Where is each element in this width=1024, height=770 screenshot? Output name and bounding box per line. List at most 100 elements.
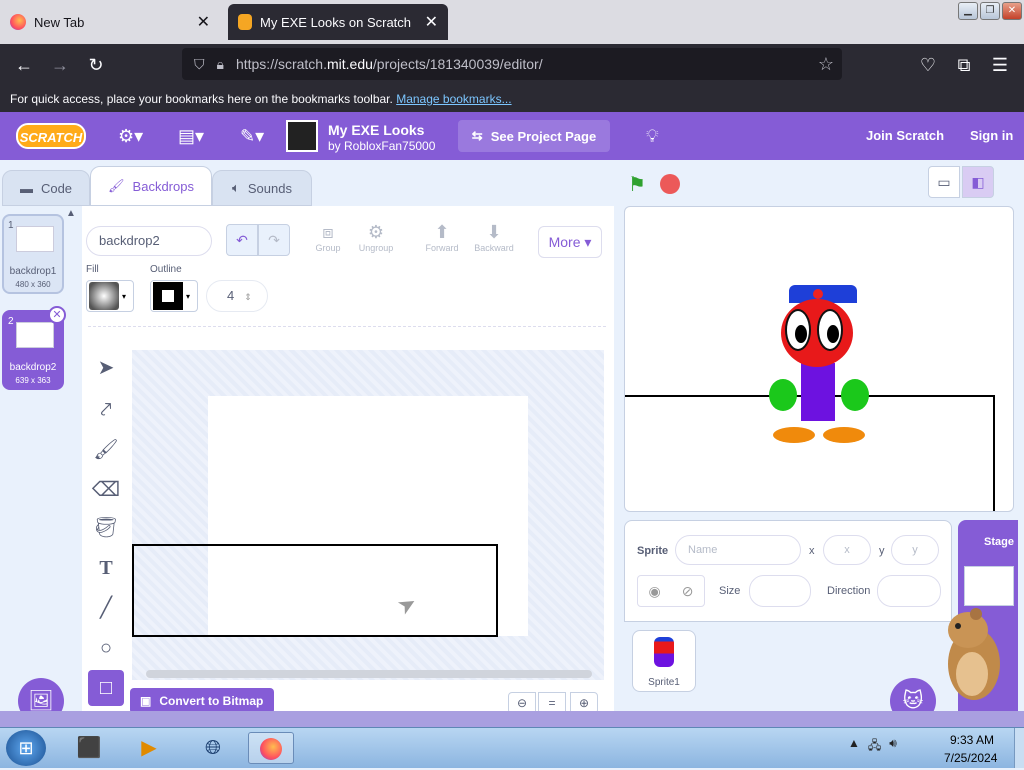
stage[interactable] <box>624 206 1014 512</box>
character-hand <box>841 379 869 411</box>
tray-expand-icon[interactable]: ▲ <box>848 736 860 757</box>
sprite-label: Sprite <box>637 545 669 557</box>
file-menu-icon[interactable]: ▤▾ <box>178 126 204 147</box>
backdrop-number: 2 <box>8 316 14 327</box>
navigation-bar: ← → ↻ ⛉ 🔒︎ https://scratch.mit.edu/proje… <box>0 44 1024 86</box>
sprite-thumbnail[interactable]: Sprite1 <box>632 630 696 692</box>
redo-icon[interactable]: ↷ <box>258 224 290 256</box>
minimize-icon[interactable]: ▁ <box>958 2 978 20</box>
close-window-icon[interactable]: ✕ <box>1002 2 1022 20</box>
close-tab-icon[interactable]: ✕ <box>425 12 438 32</box>
ungroup-button[interactable]: ⚙ Ungroup <box>346 222 406 253</box>
page-scrollbar[interactable] <box>0 711 1024 727</box>
restore-icon[interactable]: ❐ <box>980 2 1000 20</box>
back-arrow-icon[interactable]: ← <box>10 52 38 78</box>
menu-icon[interactable]: ☰ <box>986 52 1014 78</box>
firefox-taskbar-icon[interactable] <box>248 732 294 764</box>
globe-icon[interactable]: 🌐︎ <box>190 732 236 764</box>
sprite-name-input[interactable]: Name <box>675 535 801 565</box>
firefox-icon <box>10 14 26 30</box>
reload-icon[interactable]: ↻ <box>82 52 110 78</box>
scroll-up-icon[interactable]: ▲ <box>66 208 76 219</box>
size-input[interactable] <box>749 575 811 607</box>
lock-icon[interactable]: 🔒︎ <box>217 56 224 73</box>
manage-bookmarks-link[interactable]: Manage bookmarks... <box>396 92 511 106</box>
window-controls: ▁ ❐ ✕ <box>958 2 1022 20</box>
hide-eye-icon[interactable]: ⊘ <box>682 583 694 600</box>
bookmark-star-icon[interactable]: ☆ <box>818 54 834 75</box>
show-eye-icon[interactable]: ◉ <box>649 583 661 600</box>
reshape-tool-icon[interactable]: ⤤ <box>88 392 124 428</box>
forward-button[interactable]: ⬆ Forward <box>412 222 472 253</box>
backdrop-item[interactable]: 1 backdrop1 480 x 360 <box>2 214 64 294</box>
url-text[interactable]: https://scratch.mit.edu/projects/1813400… <box>236 56 543 72</box>
project-thumbnail[interactable] <box>286 120 318 152</box>
clock-date[interactable]: 7/25/2024 <box>944 751 997 765</box>
circle-tool-icon[interactable]: ○ <box>88 630 124 666</box>
eraser-tool-icon[interactable]: ⌫ <box>88 472 124 508</box>
scratch-logo[interactable]: SCRATCH <box>16 123 86 149</box>
character-eye <box>817 309 843 351</box>
forward-arrow-icon[interactable]: → <box>46 52 74 78</box>
join-scratch-link[interactable]: Join Scratch <box>866 128 944 143</box>
rectangle-shape[interactable] <box>132 544 498 637</box>
media-player-icon[interactable]: ▶ <box>126 732 172 764</box>
show-desktop-button[interactable] <box>1014 728 1024 768</box>
network-icon[interactable]: 🖧︎ <box>868 736 881 757</box>
tab-title: New Tab <box>34 14 85 30</box>
start-windows-icon[interactable]: ⊞ <box>6 730 46 766</box>
stop-icon[interactable] <box>660 174 680 194</box>
visibility-toggle[interactable]: ◉ ⊘ <box>637 575 705 607</box>
volume-icon[interactable]: 🔊︎ <box>889 736 897 757</box>
lightbulb-icon[interactable]: 💡︎ <box>646 126 659 147</box>
line-tool-icon[interactable]: ╱ <box>88 590 124 626</box>
outline-width-input[interactable]: 4 ⇕ <box>206 280 268 312</box>
tab-code[interactable]: ▬ Code <box>2 170 90 206</box>
tab-label: Code <box>40 180 73 196</box>
green-flag-icon[interactable]: ⚑ <box>628 172 646 197</box>
backdrop-name-input[interactable]: backdrop2 <box>86 226 212 256</box>
tab-sounds[interactable]: 🔈︎ Sounds <box>212 170 312 206</box>
shield-icon[interactable]: ⛉ <box>194 56 205 73</box>
chevron-down-icon: ▾ <box>186 291 191 301</box>
character-hand <box>769 379 797 411</box>
normal-stage-icon[interactable]: ◧ <box>962 166 994 198</box>
taskbar-app-icon[interactable]: ⬛ <box>66 732 112 764</box>
direction-label: Direction <box>827 585 871 597</box>
backdrop-number: 1 <box>8 220 14 231</box>
direction-input[interactable] <box>877 575 941 607</box>
url-bar[interactable]: ⛉ 🔒︎ https://scratch.mit.edu/projects/18… <box>182 48 842 80</box>
tab-backdrops[interactable]: 🖌︎ Backdrops <box>90 166 212 206</box>
small-stage-icon[interactable]: ▭ <box>928 166 960 198</box>
speaker-icon: 🔈︎ <box>232 180 240 195</box>
fill-tool-icon[interactable]: 🪣︎ <box>88 510 124 546</box>
x-input[interactable]: x <box>823 535 871 565</box>
undo-icon[interactable]: ↶ <box>226 224 258 256</box>
brush-tool-icon[interactable]: 🖌︎ <box>88 432 124 468</box>
tab-new-tab[interactable]: New Tab ✕ <box>0 4 220 40</box>
close-tab-icon[interactable]: ✕ <box>197 12 210 32</box>
extensions-icon[interactable]: ⧉ <box>950 52 978 78</box>
character-foot <box>823 427 865 443</box>
tab-scratch[interactable]: My EXE Looks on Scratch ✕ <box>228 4 448 40</box>
fill-color-picker[interactable]: ▾ <box>86 280 134 312</box>
canvas-scrollbar[interactable] <box>146 670 592 678</box>
pocket-icon[interactable]: ♡ <box>914 52 942 78</box>
project-author[interactable]: by RobloxFan75000 <box>328 139 435 153</box>
clock-time[interactable]: 9:33 AM <box>950 733 994 747</box>
stage-thumbnail[interactable] <box>964 566 1014 606</box>
rectangle-tool-icon[interactable]: □ <box>88 670 124 706</box>
settings-gear-icon[interactable]: ⚙▾ <box>118 126 143 147</box>
delete-backdrop-icon[interactable]: ✕ <box>48 306 66 324</box>
sign-in-link[interactable]: Sign in <box>970 128 1013 143</box>
outline-color-picker[interactable]: ▾ <box>150 280 198 312</box>
text-tool-icon[interactable]: T <box>88 550 124 586</box>
divider <box>88 326 606 327</box>
see-project-page-button[interactable]: ⇆ See Project Page <box>458 120 610 152</box>
backward-button[interactable]: ⬇ Backward <box>464 222 524 253</box>
more-dropdown[interactable]: More ▾ <box>538 226 602 258</box>
edit-menu-icon[interactable]: ✎▾ <box>240 126 264 147</box>
backdrop-size: 480 x 360 <box>15 280 51 289</box>
select-tool-icon[interactable]: ➤ <box>88 350 124 386</box>
y-input[interactable]: y <box>891 535 939 565</box>
